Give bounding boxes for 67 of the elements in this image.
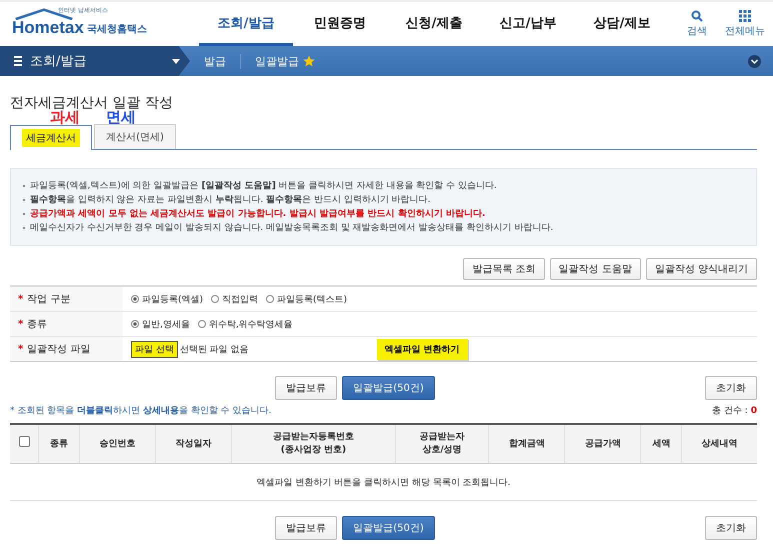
radio-button[interactable] <box>266 295 274 303</box>
breadcrumb-link[interactable]: 일괄발급 <box>241 54 299 68</box>
notice-text: 파일등록(엑셀,텍스트)에 의한 일괄발급은 [일괄작성 도움말] 버튼을 클릭하시면 자세한 내용을 확인할 수 있습니다. <box>23 179 756 193</box>
menu-tab[interactable]: 상담/제보 <box>575 2 669 46</box>
column-header: 종류 <box>50 438 68 448</box>
section-dropdown[interactable]: 조회/발급 <box>0 46 190 76</box>
menu-icon <box>14 56 22 66</box>
radio-option[interactable]: 직접입력 <box>211 292 258 306</box>
search-icon <box>691 10 703 22</box>
column-header: 합계금액 <box>508 438 545 448</box>
tab[interactable]: 세금계산서 <box>10 125 92 150</box>
page-title: 전자세금계산서 일괄 작성 <box>10 94 174 111</box>
issue-button[interactable]: 일괄발급(50건) <box>342 376 435 400</box>
hold-button[interactable]: 발급보류 <box>275 516 338 540</box>
required-mark: * <box>18 294 24 304</box>
grid-icon <box>739 10 751 22</box>
file-status: 선택된 파일 없음 <box>180 344 249 356</box>
action-button[interactable]: 일괄작성 도움말 <box>550 258 641 280</box>
empty-message: 엑셀파일 변환하기 버튼을 클릭하시면 해당 목록이 조회됩니다. <box>256 478 511 488</box>
field-label: 종류 <box>27 318 48 331</box>
column-header: 공급받는자등록번호 (종사업장 번호) <box>272 432 354 455</box>
column-header: 세액 <box>652 438 670 448</box>
tab[interactable]: 계산서(면세) <box>94 124 176 149</box>
field-label: 작업 구분 <box>27 293 70 306</box>
notice-text: 메일수신자가 수신거부한 경우 메일이 발송되지 않습니다. 메일발송목록조회 및 재발송화면에서 발송상태를 확인하시기 바랍니다. <box>23 221 756 235</box>
column-header: 승인번호 <box>99 438 136 448</box>
hint-text: * 조회된 항목을 더블클릭하시면 상세내용을 확인할 수 있습니다. <box>10 405 272 417</box>
star-icon[interactable] <box>303 55 315 67</box>
column-header: 상세내역 <box>702 438 738 448</box>
required-mark: * <box>18 318 24 330</box>
radio-button[interactable] <box>131 320 139 328</box>
column-header: 공급받는자 상호/성명 <box>420 432 465 455</box>
search-button[interactable]: 검색 <box>687 10 707 38</box>
column-header: 공급가액 <box>584 438 621 448</box>
reset-button[interactable]: 초기화 <box>705 516 757 540</box>
reset-button[interactable]: 초기화 <box>705 376 757 400</box>
handwritten-note: 면세 <box>106 110 136 124</box>
house-roof-icon <box>14 8 74 20</box>
all-menu-button[interactable]: 전체메뉴 <box>725 10 765 38</box>
radio-option[interactable]: 위수탁,위수탁영세율 <box>198 318 293 330</box>
convert-button[interactable]: 엑셀파일 변환하기 <box>376 338 468 360</box>
select-all-checkbox[interactable] <box>18 436 30 447</box>
menu-tab[interactable]: 민원증명 <box>293 2 387 46</box>
action-button[interactable]: 일괄작성 양식내리기 <box>646 258 757 280</box>
radio-button[interactable] <box>131 295 139 303</box>
hold-button[interactable]: 발급보류 <box>275 376 338 400</box>
count-value: 0 <box>750 406 757 416</box>
breadcrumb-link[interactable]: 발급 <box>190 54 241 68</box>
column-header: 작성일자 <box>175 438 212 448</box>
action-button[interactable]: 발급목록 조회 <box>463 258 545 280</box>
issue-button[interactable]: 일괄발급(50건) <box>342 516 435 540</box>
notice-text: 공급가액과 세액이 모두 없는 세금계산서도 발급이 가능합니다. 발급시 발급여부를 반드시 확인하시기 바랍니다. <box>23 207 756 221</box>
count-label: 총 건수 : <box>712 405 748 417</box>
radio-button[interactable] <box>211 295 220 303</box>
caret-icon <box>172 58 180 64</box>
expand-icon[interactable] <box>748 54 761 68</box>
required-mark: * <box>18 344 24 354</box>
radio-option[interactable]: 일반,영세율 <box>131 318 190 330</box>
file-select-button[interactable]: 파일 선택 <box>131 340 178 358</box>
handwritten-note: 과세 <box>50 110 80 124</box>
radio-option[interactable]: 파일등록(텍스트) <box>266 292 348 306</box>
menu-tab[interactable]: 신청/제출 <box>387 2 481 46</box>
notice-text: 필수항목을 입력하지 않은 자료는 파일변환시 누락됩니다. 필수항목은 반드시 입력하시기 바랍니다. <box>23 193 756 207</box>
radio-button[interactable] <box>198 320 206 328</box>
radio-option[interactable]: 파일등록(엑셀) <box>131 292 204 306</box>
field-label: 일괄작성 파일 <box>27 343 90 356</box>
menu-tab[interactable]: 신고/납부 <box>481 2 575 46</box>
